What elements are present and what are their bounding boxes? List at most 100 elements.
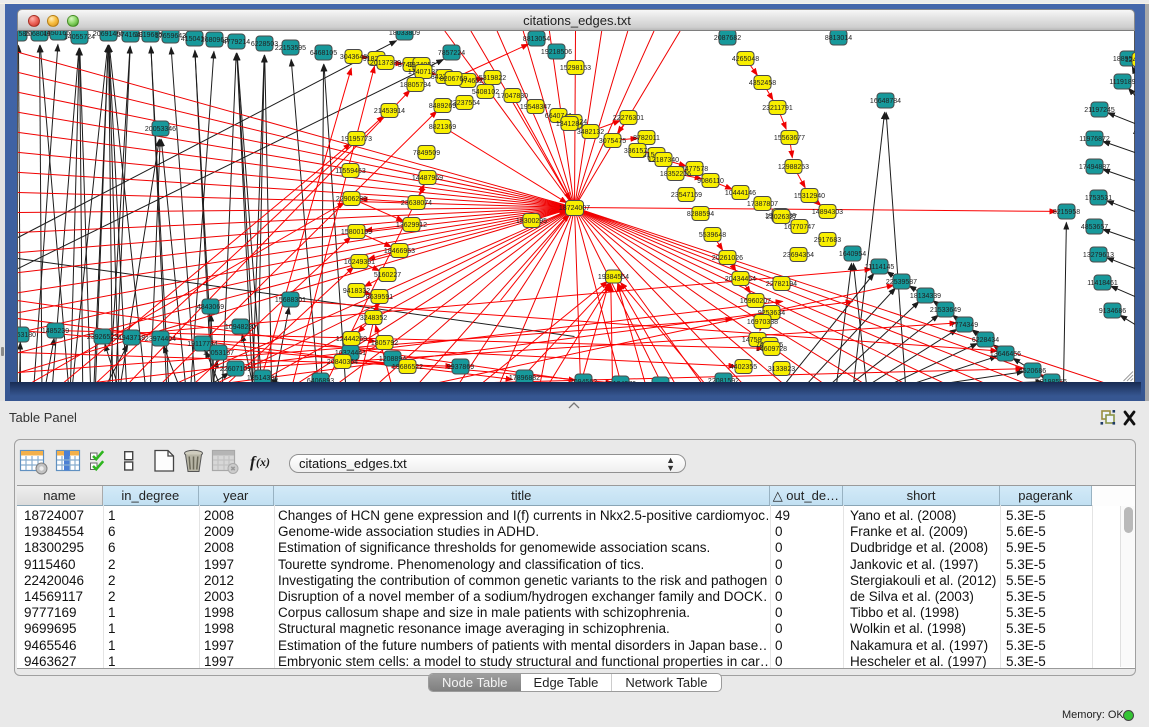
svg-text:20840364: 20840364 xyxy=(326,358,357,365)
svg-text:8813054: 8813054 xyxy=(522,35,549,42)
svg-text:4766460: 4766460 xyxy=(1132,129,1134,136)
svg-text:18805794: 18805794 xyxy=(399,81,430,88)
svg-text:22081592: 22081592 xyxy=(707,377,738,382)
svg-text:5319822: 5319822 xyxy=(478,74,505,81)
svg-text:22607109: 22607109 xyxy=(219,365,250,372)
svg-text:6468105: 6468105 xyxy=(309,49,336,56)
svg-text:23211791: 23211791 xyxy=(762,104,793,111)
svg-text:7849509: 7849509 xyxy=(412,149,439,156)
svg-text:19218506: 19218506 xyxy=(540,48,571,55)
svg-text:22539587: 22539587 xyxy=(885,278,916,285)
svg-text:11976872: 11976872 xyxy=(1079,135,1110,142)
svg-text:14055724: 14055724 xyxy=(63,33,94,40)
svg-text:(x): (x) xyxy=(256,455,270,469)
svg-text:23926523: 23926523 xyxy=(86,333,117,340)
svg-text:19384554: 19384554 xyxy=(597,273,628,280)
svg-text:13279613: 13279613 xyxy=(1082,251,1113,258)
svg-text:16648784: 16648784 xyxy=(869,97,900,104)
svg-text:17896882: 17896882 xyxy=(508,374,539,381)
svg-text:22276301: 22276301 xyxy=(612,114,643,121)
svg-text:8215958: 8215958 xyxy=(1052,208,1079,215)
svg-text:10444146: 10444146 xyxy=(724,189,755,196)
svg-text:15800199: 15800199 xyxy=(340,228,371,235)
svg-text:14894303: 14894303 xyxy=(811,208,842,215)
svg-text:23547169: 23547169 xyxy=(670,191,701,198)
svg-text:19548347: 19548347 xyxy=(519,103,550,110)
svg-text:21533649: 21533649 xyxy=(929,306,960,313)
svg-text:13646466: 13646466 xyxy=(989,350,1020,357)
svg-text:18466963: 18466963 xyxy=(383,247,414,254)
svg-text:14609728: 14609728 xyxy=(755,345,786,352)
svg-text:19686522: 19686522 xyxy=(391,363,422,370)
svg-text:4843069: 4843069 xyxy=(196,303,223,310)
svg-text:21453914: 21453914 xyxy=(373,107,404,114)
svg-text:3075475: 3075475 xyxy=(598,137,625,144)
svg-text:10053167: 10053167 xyxy=(202,349,233,356)
svg-text:22782194: 22782194 xyxy=(765,280,796,287)
svg-text:6520686: 6520686 xyxy=(1018,367,1045,374)
svg-text:16970338: 16970338 xyxy=(746,318,777,325)
svg-text:12187340: 12187340 xyxy=(647,156,678,163)
svg-text:17387807: 17387807 xyxy=(746,200,777,207)
svg-text:6228434: 6228434 xyxy=(971,336,998,343)
svg-text:8782011: 8782011 xyxy=(633,134,660,141)
svg-text:10948230: 10948230 xyxy=(224,323,255,330)
svg-text:1640954: 1640954 xyxy=(838,250,865,257)
svg-text:2917683: 2917683 xyxy=(813,236,840,243)
svg-text:8489269: 8489269 xyxy=(428,102,455,109)
svg-text:12485106: 12485106 xyxy=(1124,56,1134,63)
svg-text:19198556: 19198556 xyxy=(1035,378,1066,382)
svg-text:16960207: 16960207 xyxy=(739,297,770,304)
svg-text:14487959: 14487959 xyxy=(411,174,442,181)
svg-text:1805792: 1805792 xyxy=(370,339,397,346)
svg-text:17047830: 17047830 xyxy=(496,92,527,99)
svg-text:2087682: 2087682 xyxy=(713,34,740,41)
svg-text:16770747: 16770747 xyxy=(783,223,814,230)
svg-text:8639591: 8639591 xyxy=(365,293,392,300)
svg-text:4402355: 4402355 xyxy=(729,363,756,370)
svg-text:1485239: 1485239 xyxy=(41,327,68,334)
svg-text:4352458: 4352458 xyxy=(748,79,775,86)
svg-text:23974404: 23974404 xyxy=(144,335,175,342)
svg-text:15563677: 15563677 xyxy=(773,134,804,141)
svg-text:11559463: 11559463 xyxy=(335,167,366,174)
svg-text:1753531: 1753531 xyxy=(1084,194,1111,201)
svg-text:9134686: 9134686 xyxy=(1098,307,1125,314)
svg-text:8288594: 8288594 xyxy=(686,210,713,217)
svg-text:9937869: 9937869 xyxy=(446,363,473,370)
svg-text:21197245: 21197245 xyxy=(1084,106,1115,113)
svg-text:18134339: 18134339 xyxy=(909,292,940,299)
svg-text:23694364: 23694364 xyxy=(782,251,813,258)
svg-text:16249361: 16249361 xyxy=(343,258,374,265)
svg-text:8821369: 8821369 xyxy=(428,123,455,130)
svg-text:9086110: 9086110 xyxy=(697,177,724,184)
svg-text:6406893: 6406893 xyxy=(306,377,333,382)
svg-text:5160227: 5160227 xyxy=(373,271,400,278)
svg-text:12444269: 12444269 xyxy=(335,335,366,342)
svg-text:3248352: 3248352 xyxy=(359,314,386,321)
svg-text:4779214: 4779214 xyxy=(222,38,249,45)
svg-text:3133823: 3133823 xyxy=(767,365,794,372)
svg-text:15688301: 15688301 xyxy=(274,296,305,303)
svg-text:18134970: 18134970 xyxy=(604,380,635,382)
svg-text:1341284: 1341284 xyxy=(555,120,582,127)
svg-text:12988253: 12988253 xyxy=(777,163,808,170)
svg-text:8206768: 8206768 xyxy=(439,75,466,82)
svg-text:4943718: 4943718 xyxy=(117,334,144,341)
svg-text:18033809: 18033809 xyxy=(388,31,419,37)
svg-text:5539648: 5539648 xyxy=(698,231,725,238)
svg-text:20261026: 20261026 xyxy=(711,254,742,261)
svg-text:7094562: 7094562 xyxy=(569,378,596,382)
svg-text:3482132: 3482132 xyxy=(576,128,603,135)
svg-text:18724007: 18724007 xyxy=(558,204,589,211)
svg-text:19195773: 19195773 xyxy=(340,135,371,142)
svg-text:5408102: 5408102 xyxy=(471,88,498,95)
svg-text:4265048: 4265048 xyxy=(731,55,758,62)
svg-text:4670554: 4670554 xyxy=(646,381,673,382)
svg-text:17494887: 17494887 xyxy=(1078,163,1109,170)
svg-text:15298153: 15298153 xyxy=(559,64,590,71)
svg-text:19663180: 19663180 xyxy=(18,331,36,338)
svg-text:23638074: 23638074 xyxy=(400,199,431,206)
svg-text:22906289: 22906289 xyxy=(335,195,366,202)
svg-text:20137339: 20137339 xyxy=(369,59,400,66)
